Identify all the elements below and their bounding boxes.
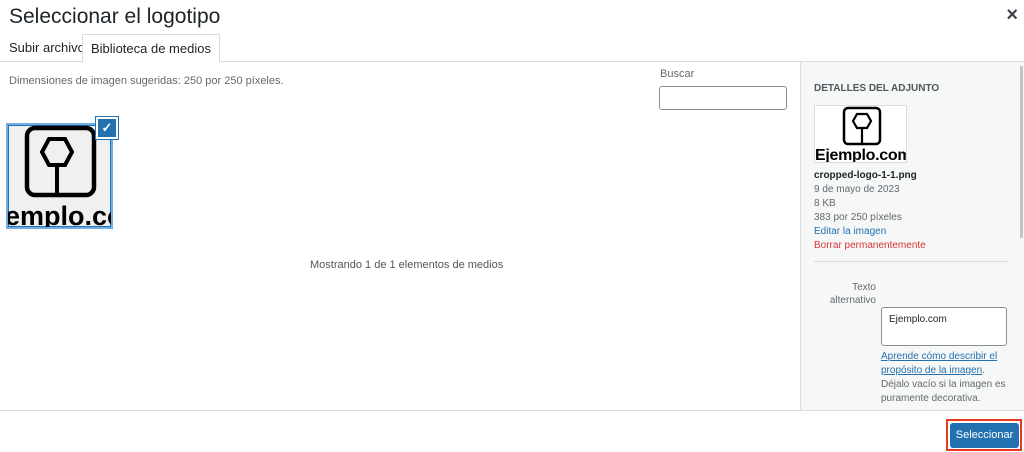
modal-footer [0,410,1024,452]
alt-text-help: Aprende cómo describir el propósito de l… [881,350,1016,406]
image-dimensions: 383 por 250 píxeles [814,212,902,223]
file-size: 8 KB [814,198,836,209]
attachment-details-panel: DETALLES DEL ADJUNTO Ejemplo.com cropped… [800,62,1024,410]
select-button[interactable]: Seleccionar [950,423,1019,448]
attachment-preview: Ejemplo.com [814,105,907,163]
upload-date: 9 de mayo de 2023 [814,184,900,195]
search-input[interactable] [659,86,787,110]
alt-text-label: Texto alternativo [829,282,876,306]
alt-text-help-link[interactable]: Aprende cómo describir el propósito de l… [881,351,997,376]
logo-text: Ejemplo.com [815,147,907,163]
selected-check-icon[interactable]: ✓ [96,117,118,139]
details-heading: DETALLES DEL ADJUNTO [814,83,940,94]
edit-image-link[interactable]: Editar la imagen [814,226,886,237]
divider [814,261,1008,262]
scrollbar[interactable] [1020,66,1023,238]
delete-permanently-link[interactable]: Borrar permanentemente [814,240,926,251]
logo-thumbnail: emplo.co [8,125,111,227]
thumb-text: emplo.co [8,201,111,227]
search-label: Buscar [660,68,695,80]
media-count: Mostrando 1 de 1 elementos de medios [310,259,504,271]
alt-text-input[interactable]: Ejemplo.com [881,307,1007,346]
suggested-dimensions: Dimensiones de imagen sugeridas: 250 por… [9,75,284,87]
modal-title: Seleccionar el logotipo [9,5,221,28]
close-icon[interactable]: × [1006,4,1018,27]
filename: cropped-logo-1-1.png [814,170,917,181]
tab-bar: Subir archivos Biblioteca de medios [0,34,1024,63]
tab-media-library[interactable]: Biblioteca de medios [82,34,220,63]
